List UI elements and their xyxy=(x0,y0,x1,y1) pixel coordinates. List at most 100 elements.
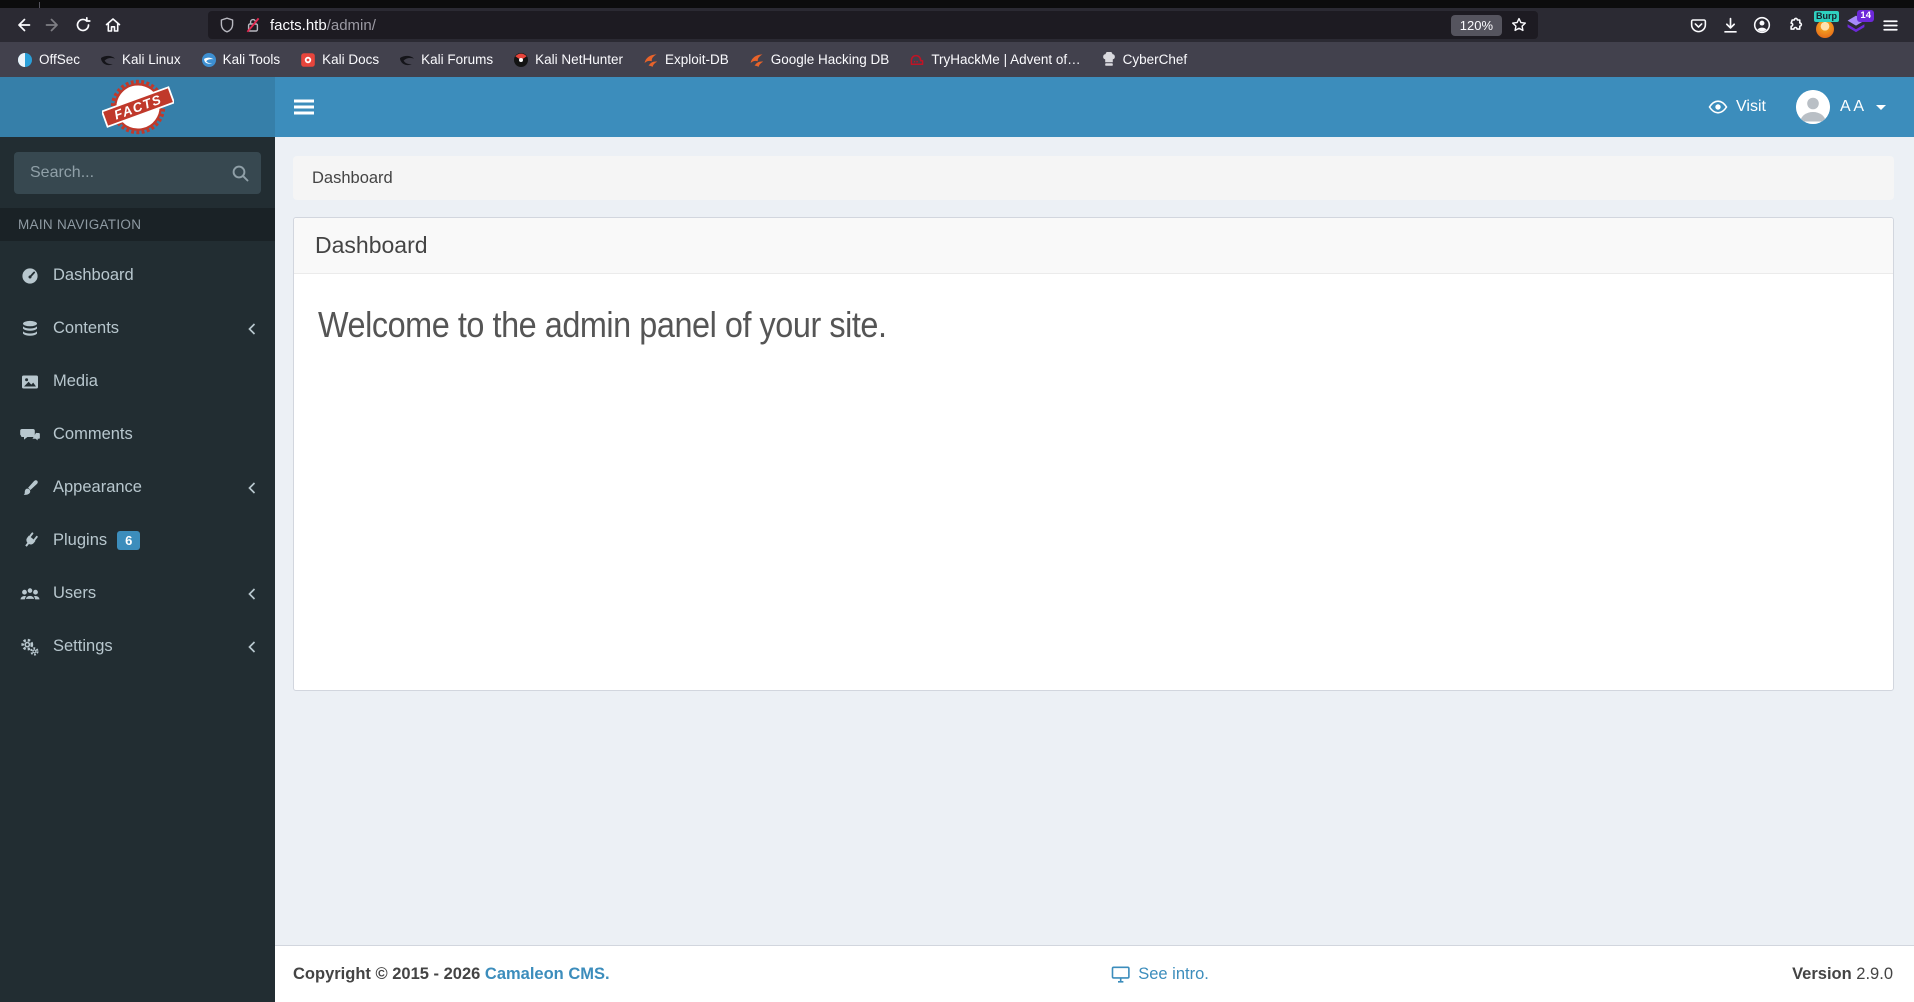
sidebar-item-label: Contents xyxy=(53,319,120,337)
sidebar-item-label: Comments xyxy=(53,425,133,443)
kali-tools-favicon xyxy=(201,52,216,67)
extensions-button[interactable] xyxy=(1778,11,1810,39)
app-menu-button[interactable] xyxy=(1874,11,1906,39)
sidebar-item-users[interactable]: Users xyxy=(0,567,275,620)
admin-footer: Copyright © 2015 - 2026 Camaleon CMS. Se… xyxy=(275,945,1914,1002)
sidebar-item-label: Settings xyxy=(53,637,113,655)
bookmark-cyberchef[interactable]: CyberChef xyxy=(1094,49,1195,71)
cyberchef-favicon xyxy=(1102,51,1115,66)
sidebar-item-appearance[interactable]: Appearance xyxy=(0,461,275,514)
bookmark-kali-nethunter[interactable]: Kali NetHunter xyxy=(506,49,630,71)
site-logo[interactable]: FACTS xyxy=(0,77,275,137)
eye-icon xyxy=(1708,100,1728,114)
sidebar-item-label: Media xyxy=(53,372,98,390)
url-path: /admin/ xyxy=(326,16,376,34)
tryhackme-favicon xyxy=(910,54,924,65)
users-icon xyxy=(18,584,42,604)
bookmark-kali-linux[interactable]: Kali Linux xyxy=(93,49,188,71)
sidebar-menu: Dashboard Contents Media Comments Appear… xyxy=(0,241,275,673)
plugins-count-badge: 6 xyxy=(117,531,141,550)
sidebar-item-contents[interactable]: Contents xyxy=(0,302,275,355)
downloads-button[interactable] xyxy=(1714,11,1746,39)
settings-gears-icon xyxy=(18,637,42,657)
search-button[interactable] xyxy=(231,164,250,183)
search-icon xyxy=(232,165,249,182)
plugins-plug-icon xyxy=(18,531,42,551)
camaleon-cms-link[interactable]: Camaleon CMS. xyxy=(485,965,610,983)
google-hacking-db-favicon xyxy=(750,53,763,67)
bookmark-kali-forums[interactable]: Kali Forums xyxy=(392,49,500,71)
insecure-lock-icon[interactable] xyxy=(244,16,262,34)
bookmark-offsec[interactable]: OffSec xyxy=(10,49,87,71)
url-text: facts.htb/admin/ xyxy=(270,17,376,34)
sidebar-item-settings[interactable]: Settings xyxy=(0,620,275,673)
window-tab-strip xyxy=(0,0,1914,8)
reload-icon xyxy=(76,16,91,32)
search-input[interactable] xyxy=(14,152,261,194)
pocket-icon xyxy=(1690,18,1706,32)
bookmark-tryhackme[interactable]: TryHackMe | Advent of… xyxy=(902,49,1087,71)
welcome-message: Welcome to the admin panel of your site. xyxy=(318,304,887,345)
media-image-icon xyxy=(18,372,42,392)
breadcrumb: Dashboard xyxy=(293,156,1894,200)
browser-toolbar: facts.htb/admin/ 120% Burp 14 xyxy=(0,8,1914,42)
bookmark-star-icon[interactable] xyxy=(1510,16,1528,34)
forward-button[interactable] xyxy=(38,11,68,39)
visit-site-link[interactable]: Visit xyxy=(1708,98,1766,116)
foxyproxy-icon xyxy=(1816,20,1834,38)
comments-icon xyxy=(18,425,42,445)
forward-icon xyxy=(45,18,58,32)
kali-docs-favicon xyxy=(301,52,315,67)
sidebar-item-label: Dashboard xyxy=(53,266,134,284)
zoom-level-badge[interactable]: 120% xyxy=(1450,14,1502,36)
copyright-text: Copyright © 2015 - 2026 Camaleon CMS. xyxy=(293,964,610,983)
reload-button[interactable] xyxy=(68,11,98,39)
admin-navbar: FACTS Visit A A xyxy=(0,77,1914,137)
home-icon xyxy=(105,18,121,32)
offsec-favicon xyxy=(18,52,32,67)
contents-database-icon xyxy=(18,319,42,339)
dashboard-panel: Dashboard Welcome to the admin panel of … xyxy=(293,217,1894,691)
sidebar-section-label: MAIN NAVIGATION xyxy=(0,208,275,241)
tab-separator xyxy=(39,2,40,8)
sidebar-item-media[interactable]: Media xyxy=(0,355,275,408)
layers-extension-button[interactable]: 14 xyxy=(1842,10,1874,39)
avatar xyxy=(1795,90,1830,124)
tracking-shield-icon[interactable] xyxy=(218,16,236,34)
bookmark-google-hacking-db[interactable]: Google Hacking DB xyxy=(742,49,897,71)
admin-sidebar: MAIN NAVIGATION Dashboard Contents xyxy=(0,137,275,1002)
kali-dragon-favicon xyxy=(101,55,116,65)
url-bar[interactable]: facts.htb/admin/ 120% xyxy=(208,11,1538,39)
chevron-left-icon xyxy=(247,481,257,495)
extension-count-badge: 14 xyxy=(1857,10,1874,22)
breadcrumb-item[interactable]: Dashboard xyxy=(312,169,393,188)
sidebar-item-plugins[interactable]: Plugins 6 xyxy=(0,514,275,567)
menu-icon xyxy=(1882,19,1898,31)
downloads-icon xyxy=(1723,17,1737,33)
caret-down-icon xyxy=(1876,104,1886,110)
extensions-puzzle-icon xyxy=(1789,17,1802,30)
sidebar-item-label: Plugins xyxy=(53,531,108,549)
content-area: Dashboard Dashboard Welcome to the admin… xyxy=(275,137,1914,1002)
account-button[interactable] xyxy=(1746,11,1778,39)
account-icon xyxy=(1753,16,1771,34)
sidebar-item-comments[interactable]: Comments xyxy=(0,408,275,461)
bookmark-exploit-db[interactable]: Exploit-DB xyxy=(636,49,736,71)
back-button[interactable] xyxy=(8,11,38,39)
foxyproxy-button[interactable]: Burp xyxy=(1810,11,1842,39)
pocket-button[interactable] xyxy=(1682,11,1714,39)
bookmark-kali-docs[interactable]: Kali Docs xyxy=(293,49,386,71)
user-menu[interactable]: A A xyxy=(1795,90,1886,124)
see-intro-link[interactable]: See intro. xyxy=(1111,965,1209,984)
avatar-person-icon xyxy=(1795,90,1830,124)
kali-forums-favicon xyxy=(400,55,415,65)
home-button[interactable] xyxy=(98,11,128,39)
sidebar-search xyxy=(14,152,261,194)
chevron-left-icon xyxy=(247,640,257,654)
sidebar-toggle-button[interactable] xyxy=(275,77,333,137)
facts-stamp-logo: FACTS xyxy=(101,79,174,135)
bookmark-kali-tools[interactable]: Kali Tools xyxy=(194,49,288,71)
user-initials: A A xyxy=(1839,98,1864,115)
sidebar-item-dashboard[interactable]: Dashboard xyxy=(0,249,275,302)
bookmarks-toolbar: OffSec Kali Linux Kali Tools Kali Docs K… xyxy=(0,42,1914,77)
